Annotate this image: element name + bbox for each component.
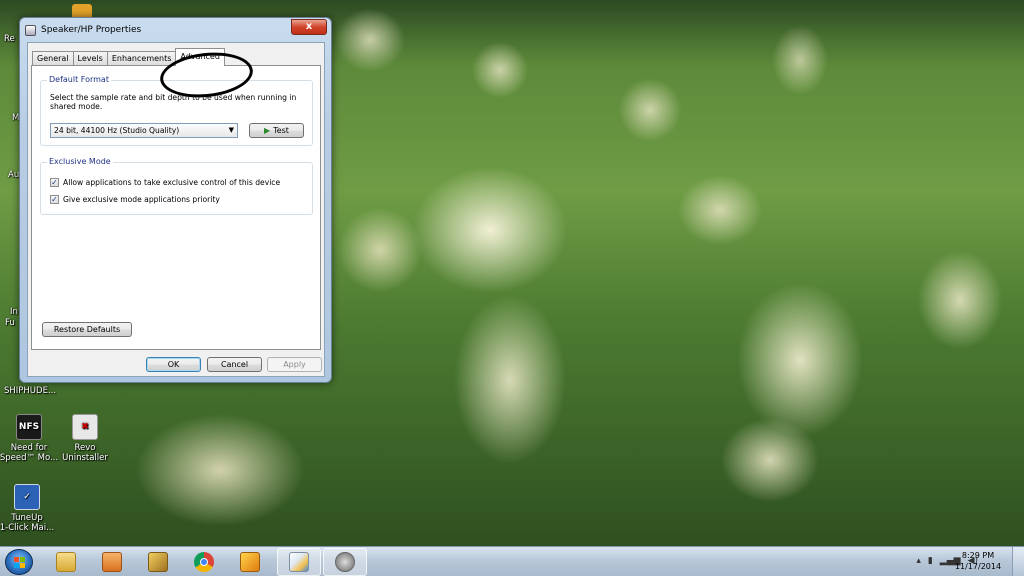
desktop-icon-label-partial[interactable]: Re xyxy=(4,34,15,44)
tab-advanced[interactable]: Advanced xyxy=(175,48,225,66)
default-format-group: Default Format Select the sample rate an… xyxy=(40,75,313,146)
desktop-icon-label-partial[interactable]: Fu xyxy=(5,318,15,328)
exclusive-priority-checkbox[interactable]: ✓ xyxy=(50,194,59,204)
allow-exclusive-label: Allow applications to take exclusive con… xyxy=(63,177,281,187)
allow-exclusive-checkbox[interactable]: ✓ xyxy=(50,177,59,187)
media-player-icon xyxy=(102,552,122,572)
tab-enhancements[interactable]: Enhancements xyxy=(106,51,177,66)
taskbar-explorer[interactable] xyxy=(44,548,88,576)
revo-uninstaller-icon: ✖ xyxy=(72,414,98,440)
speaker-properties-icon xyxy=(25,25,36,36)
speaker-icon xyxy=(335,552,355,572)
default-format-description: Select the sample rate and bit depth to … xyxy=(50,93,297,111)
need-for-speed-icon: NFS xyxy=(16,414,42,440)
taskbar-chrome[interactable] xyxy=(182,548,226,576)
default-format-title: Default Format xyxy=(47,75,111,84)
desktop-icon-label-partial[interactable]: SHIPHUDE... xyxy=(4,386,56,396)
apply-button[interactable]: Apply xyxy=(267,357,322,372)
tools-icon xyxy=(148,552,168,572)
sample-rate-dropdown[interactable]: 24 bit, 44100 Hz (Studio Quality) ▼ xyxy=(50,123,238,138)
taskbar-media-player[interactable] xyxy=(90,548,134,576)
taskbar-paint[interactable] xyxy=(277,548,321,576)
clock-time: 8:29 PM xyxy=(961,551,995,560)
play-icon: ▶ xyxy=(264,126,271,135)
sample-rate-value: 24 bit, 44100 Hz (Studio Quality) xyxy=(54,126,180,135)
taskbar-app-5[interactable] xyxy=(228,548,272,576)
show-desktop-button[interactable] xyxy=(1012,547,1024,576)
desktop-icon-label-partial[interactable]: In xyxy=(10,307,18,317)
clock-date: 11/17/2014 xyxy=(954,562,1002,571)
dialog-body: General Levels Enhancements Advanced Def… xyxy=(27,42,325,377)
taskbar: ▴ ▮ ▂▄▆ ◀) 8:29 PM 11/17/2014 xyxy=(0,546,1024,576)
tab-strip: General Levels Enhancements Advanced xyxy=(32,48,225,66)
tab-general[interactable]: General xyxy=(32,51,74,66)
system-clock[interactable]: 8:29 PM 11/17/2014 xyxy=(948,550,1008,572)
ok-button[interactable]: OK xyxy=(146,357,201,372)
advanced-tab-panel: Default Format Select the sample rate an… xyxy=(31,65,321,350)
start-button[interactable] xyxy=(5,549,33,575)
exclusive-priority-label: Give exclusive mode applications priorit… xyxy=(63,194,220,204)
exclusive-mode-title: Exclusive Mode xyxy=(47,157,113,166)
close-button[interactable]: x xyxy=(291,19,327,35)
battery-icon[interactable]: ▮ xyxy=(928,556,933,566)
desktop-icon-label-partial[interactable]: Au xyxy=(8,170,19,180)
taskbar-app-tools[interactable] xyxy=(136,548,180,576)
paint-icon xyxy=(289,552,309,572)
windows-logo-icon xyxy=(14,557,26,569)
restore-defaults-button[interactable]: Restore Defaults xyxy=(42,322,132,337)
tuneup-icon: ✓ xyxy=(14,484,40,510)
desktop-icon-tuneup[interactable]: ✓ TuneUp 1-Click Mai... xyxy=(0,484,60,533)
exclusive-priority-option[interactable]: ✓ Give exclusive mode applications prior… xyxy=(50,193,220,205)
chevron-down-icon: ▼ xyxy=(228,126,234,134)
show-hidden-icons-icon[interactable]: ▴ xyxy=(916,556,921,566)
tab-levels[interactable]: Levels xyxy=(72,51,108,66)
test-button[interactable]: ▶ Test xyxy=(249,123,304,138)
desktop-icon-revo-uninstaller[interactable]: ✖ Revo Uninstaller xyxy=(52,414,118,463)
window-title: Speaker/HP Properties xyxy=(41,25,142,35)
app-icon xyxy=(240,552,260,572)
cancel-button[interactable]: Cancel xyxy=(207,357,262,372)
allow-exclusive-option[interactable]: ✓ Allow applications to take exclusive c… xyxy=(50,176,280,188)
exclusive-mode-group: Exclusive Mode ✓ Allow applications to t… xyxy=(40,157,313,215)
chrome-icon xyxy=(194,552,214,572)
taskbar-sound[interactable] xyxy=(323,548,367,576)
speaker-properties-dialog: Speaker/HP Properties x General Levels E… xyxy=(19,17,332,383)
title-bar[interactable]: Speaker/HP Properties x xyxy=(20,18,331,42)
folder-icon xyxy=(56,552,76,572)
